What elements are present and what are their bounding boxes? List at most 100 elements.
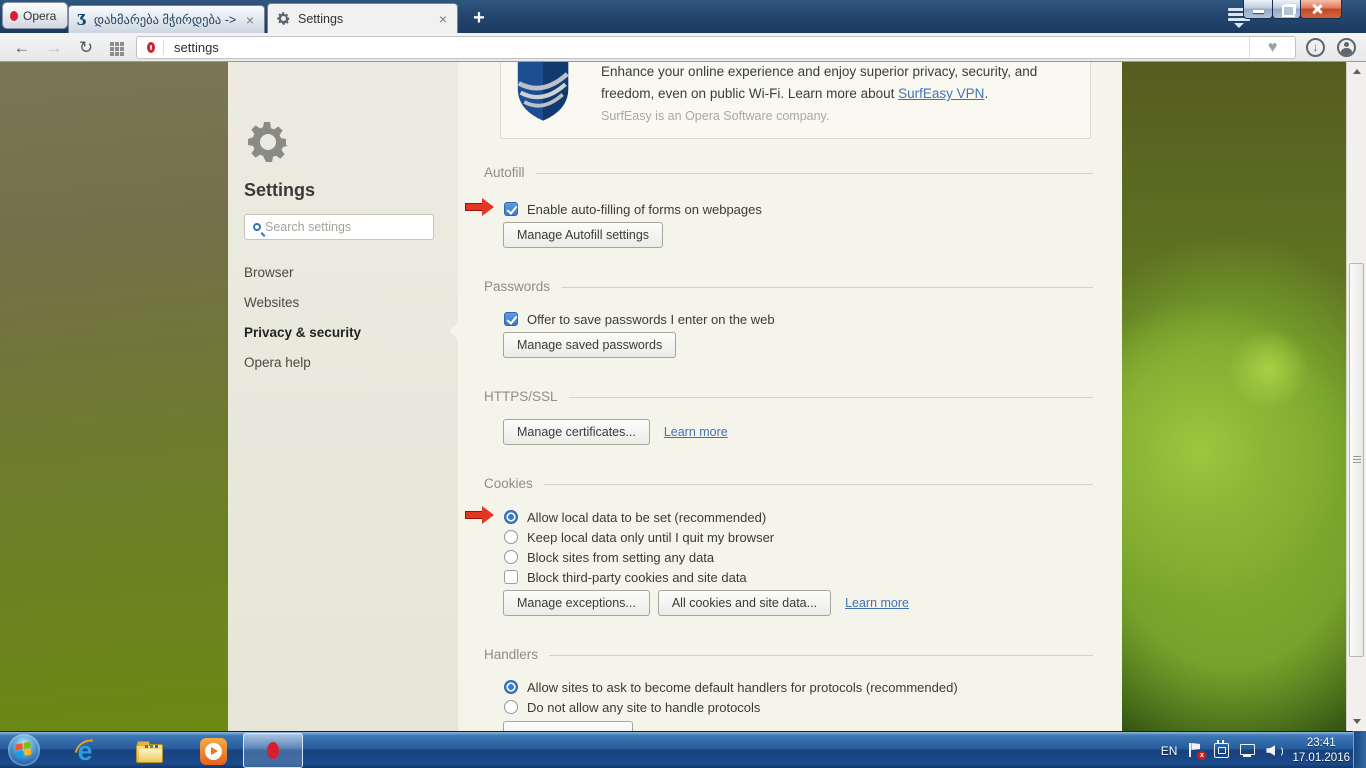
tab-close-icon[interactable]: × <box>437 11 449 27</box>
cookies-third-party-checkbox[interactable] <box>504 570 518 584</box>
selected-item-notch <box>449 322 458 340</box>
opera-menu-label: Opera <box>23 8 57 23</box>
opera-menu-button[interactable]: Opera <box>2 2 68 29</box>
section-https-ssl: HTTPS/SSL <box>484 388 1093 404</box>
cookies-allow-label: Allow local data to be set (recommended) <box>527 509 767 525</box>
cookies-option-row: Keep local data only until I quit my bro… <box>504 529 774 545</box>
tray-time: 23:41 <box>1306 736 1336 749</box>
handlers-allow-radio[interactable] <box>504 680 518 694</box>
speed-dial-icon[interactable] <box>110 42 114 46</box>
manage-passwords-button[interactable]: Manage saved passwords <box>503 332 677 358</box>
annotation-arrow-cookies <box>465 506 495 524</box>
manage-certificates-button[interactable]: Manage certificates... <box>503 419 650 445</box>
new-tab-button[interactable]: + <box>466 6 492 30</box>
start-button[interactable] <box>8 734 40 766</box>
gear-icon <box>277 12 290 25</box>
device-plug-icon[interactable] <box>1214 740 1230 758</box>
passwords-buttons: Manage saved passwords <box>503 332 677 358</box>
restore-button[interactable] <box>1272 0 1301 19</box>
cookies-option-row: Allow local data to be set (recommended) <box>504 509 766 525</box>
forward-icon[interactable]: → <box>42 33 66 62</box>
surfeasy-shield-icon <box>517 62 569 121</box>
passwords-offer-label: Offer to save passwords I enter on the w… <box>527 311 775 327</box>
handlers-disallow-label: Do not allow any site to handle protocol… <box>527 699 761 715</box>
section-passwords: Passwords <box>484 278 1093 294</box>
page-title: Settings <box>244 180 316 200</box>
manage-handlers-button[interactable] <box>503 721 633 731</box>
action-center-flag-icon[interactable]: x <box>1188 743 1207 760</box>
autofill-enable-label: Enable auto-filling of forms on webpages <box>527 201 762 217</box>
sidebar-item-browser[interactable]: Browser <box>244 265 294 280</box>
surfeasy-text: Enhance your online experience and enjoy… <box>601 62 1037 127</box>
handlers-option-row: Do not allow any site to handle protocol… <box>504 699 760 715</box>
tab-forum[interactable]: Ӡ დახმარება მჭირდება -> × <box>68 5 265 33</box>
taskbar-item-media-player[interactable] <box>198 736 228 766</box>
sidebar-item-privacy-security[interactable]: Privacy & security <box>244 325 361 340</box>
tab-favicon-forum-icon: Ӡ <box>77 10 87 29</box>
media-player-icon <box>199 737 227 765</box>
taskbar-item-internet-explorer[interactable]: e <box>70 736 100 766</box>
search-input[interactable] <box>265 220 405 234</box>
window-controls <box>1243 0 1342 19</box>
cookies-allow-radio[interactable] <box>504 510 518 524</box>
manage-exceptions-button[interactable]: Manage exceptions... <box>503 590 650 616</box>
cookies-buttons: Manage exceptions... All cookies and sit… <box>503 590 909 616</box>
clock[interactable]: 23:41 17.01.2016 <box>1292 736 1350 766</box>
passwords-offer-checkbox[interactable] <box>504 312 518 326</box>
manage-autofill-button[interactable]: Manage Autofill settings <box>503 222 664 248</box>
windows-flag-icon <box>15 741 32 758</box>
browser-toolbar: ← → ↻ settings ♥ ↓ <box>0 33 1366 62</box>
cookies-option-row: Block sites from setting any data <box>504 549 714 565</box>
system-tray: EN x 23:41 17.01.2016 <box>1161 732 1350 768</box>
autofill-enable-checkbox[interactable] <box>504 202 518 216</box>
surfeasy-vpn-link[interactable]: SurfEasy VPN <box>898 86 984 101</box>
volume-icon[interactable] <box>1266 743 1284 758</box>
handlers-allow-label: Allow sites to ask to become default han… <box>527 679 958 695</box>
scroll-down-icon[interactable] <box>1347 713 1366 730</box>
network-icon[interactable] <box>1240 743 1256 758</box>
settings-content: Enhance your online experience and enjoy… <box>458 62 1122 731</box>
address-separator <box>163 40 164 55</box>
address-value[interactable]: settings <box>174 40 1249 55</box>
all-cookies-button[interactable]: All cookies and site data... <box>657 590 832 616</box>
handlers-disallow-radio[interactable] <box>504 700 518 714</box>
tab-close-icon[interactable]: × <box>244 12 256 28</box>
tab-settings[interactable]: Settings × <box>267 3 458 33</box>
tab-label: დახმარება მჭირდება -> <box>93 13 237 27</box>
minimize-button[interactable] <box>1243 0 1273 19</box>
section-title: Cookies <box>484 475 533 491</box>
cookies-keep-until-quit-radio[interactable] <box>504 530 518 544</box>
cookies-learn-more-link[interactable]: Learn more <box>845 596 909 610</box>
https-learn-more-link[interactable]: Learn more <box>664 425 728 439</box>
reload-icon[interactable]: ↻ <box>74 33 98 62</box>
page-scrollbar[interactable] <box>1346 62 1366 731</box>
sidebar-item-opera-help[interactable]: Opera help <box>244 355 311 370</box>
close-button[interactable] <box>1300 0 1342 19</box>
section-cookies: Cookies <box>484 475 1093 491</box>
taskbar-item-explorer[interactable] <box>134 736 164 766</box>
tray-date: 17.01.2016 <box>1292 751 1350 764</box>
cookies-keep-label: Keep local data only until I quit my bro… <box>527 529 775 545</box>
surfeasy-line2: freedom, even on public Wi-Fi. Learn mor… <box>601 86 989 101</box>
back-icon[interactable]: ← <box>10 33 34 62</box>
language-indicator[interactable]: EN <box>1161 744 1178 758</box>
surfeasy-byline: SurfEasy is an Opera Software company. <box>601 109 830 123</box>
tab-label: Settings <box>298 11 344 26</box>
passwords-offer-row: Offer to save passwords I enter on the w… <box>504 311 775 327</box>
taskbar-item-opera-active[interactable] <box>243 733 303 768</box>
section-autofill: Autofill <box>484 164 1093 180</box>
profile-icon[interactable] <box>1337 38 1356 57</box>
show-desktop-button[interactable] <box>1353 731 1366 768</box>
cookies-block-radio[interactable] <box>504 550 518 564</box>
address-bar[interactable]: settings ♥ <box>136 36 1296 59</box>
downloads-icon[interactable]: ↓ <box>1306 38 1325 57</box>
surfeasy-promo-box: Enhance your online experience and enjoy… <box>500 62 1091 139</box>
bookmark-heart-icon[interactable]: ♥ <box>1249 37 1295 58</box>
scrollbar-thumb[interactable] <box>1349 263 1364 657</box>
taskbar: e EN x 23:41 17.01.2016 <box>0 731 1366 768</box>
cookies-third-party-row: Block third-party cookies and site data <box>504 569 747 585</box>
settings-search[interactable] <box>244 214 434 240</box>
section-title: Passwords <box>484 278 551 294</box>
scroll-up-icon[interactable] <box>1347 63 1366 80</box>
sidebar-item-websites[interactable]: Websites <box>244 295 299 310</box>
